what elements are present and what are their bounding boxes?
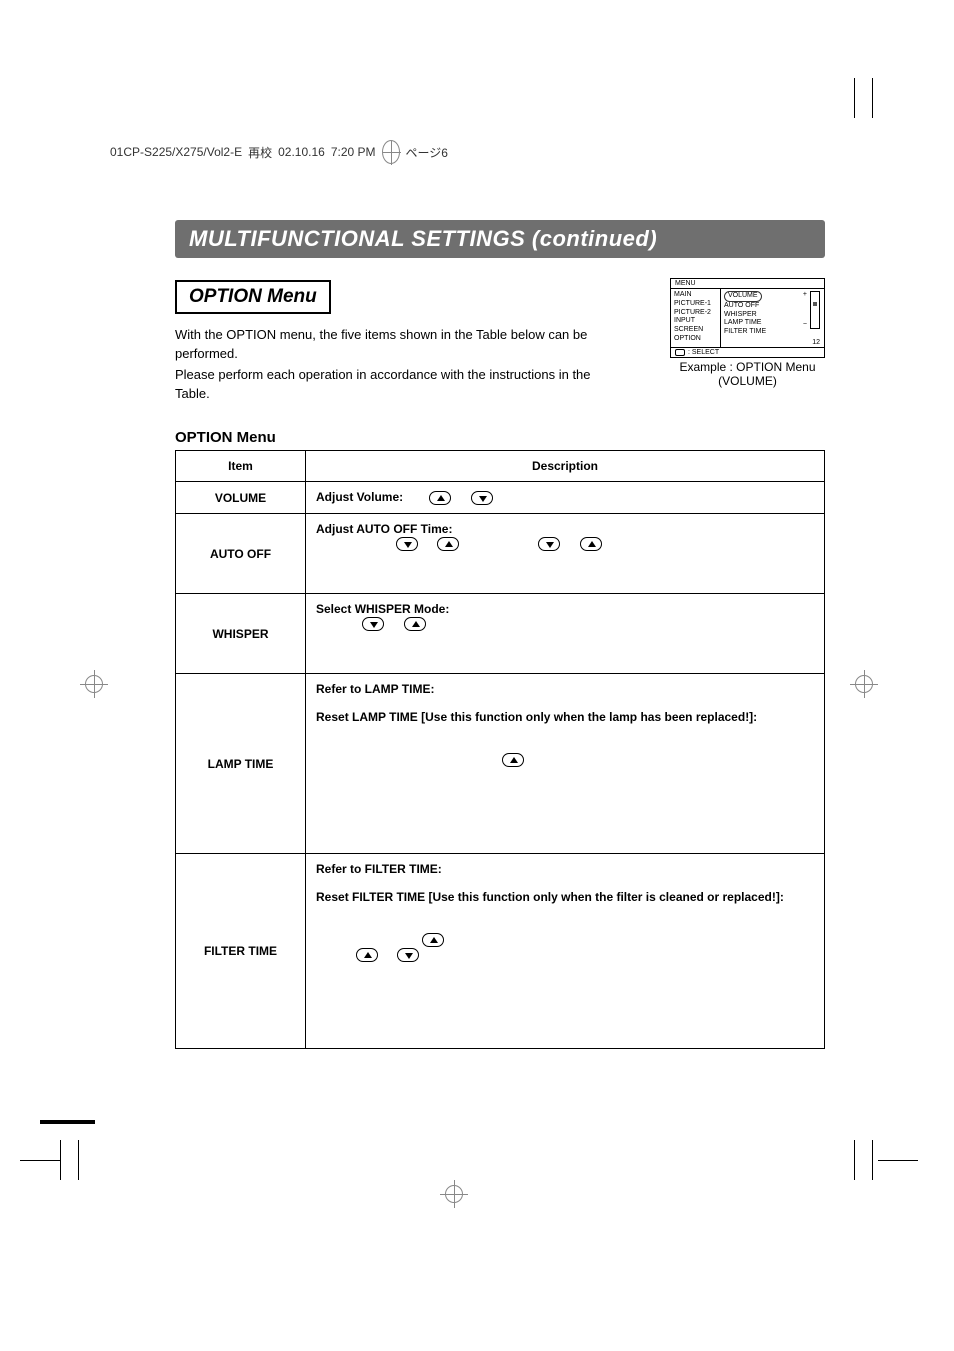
cell-desc: Adjust Volume: (306, 482, 825, 514)
desc-label: Refer to FILTER TIME: (316, 862, 442, 876)
osd-slider (810, 291, 820, 329)
osd-right-item: WHISPER (724, 311, 778, 320)
osd-right-item: FILTER TIME (724, 328, 778, 337)
desc-extra: Reset FILTER TIME [Use this function onl… (316, 890, 784, 904)
osd-selected-item: VOLUME (724, 291, 762, 302)
osd-left-item: PICTURE-2 (674, 309, 717, 318)
up-button-icon (502, 753, 524, 767)
cell-desc: Refer to LAMP TIME: Reset LAMP TIME [Use… (306, 674, 825, 854)
section-heading: OPTION Menu (175, 280, 331, 314)
table-row: LAMP TIME Refer to LAMP TIME: Reset LAMP… (176, 674, 825, 854)
down-button-icon (362, 617, 384, 631)
table-row: AUTO OFF Adjust AUTO OFF Time: (176, 514, 825, 594)
osd-caption-line2: (VOLUME) (670, 374, 825, 388)
up-button-icon (404, 617, 426, 631)
cell-desc: Select WHISPER Mode: (306, 594, 825, 674)
th-item: Item (176, 451, 306, 482)
osd-left-item: OPTION (674, 335, 717, 344)
cell-desc: Refer to FILTER TIME: Reset FILTER TIME … (306, 854, 825, 1049)
up-button-icon (356, 948, 378, 962)
down-button-icon (396, 537, 418, 551)
osd-caption-line1: Example : OPTION Menu (670, 360, 825, 374)
osd-left-item: SCREEN (674, 326, 717, 335)
cell-item: LAMP TIME (176, 674, 306, 854)
desc-label: Adjust AUTO OFF Time: (316, 522, 452, 536)
cell-item: AUTO OFF (176, 514, 306, 594)
desc-extra: Reset LAMP TIME [Use this function only … (316, 710, 757, 724)
th-desc: Description (306, 451, 825, 482)
osd-example: MENU MAIN PICTURE-1 PICTURE-2 INPUT SCRE… (670, 278, 825, 389)
header-date: 02.10.16 (278, 145, 325, 159)
desc-label: Select WHISPER Mode: (316, 602, 449, 616)
header-kanji: 再校 (248, 144, 272, 161)
desc-label: Adjust Volume: (316, 490, 403, 504)
table-row: WHISPER Select WHISPER Mode: (176, 594, 825, 674)
osd-footer-label: : SELECT (688, 349, 719, 356)
osd-value: 12 (812, 339, 820, 346)
osd-minus: − (803, 321, 807, 328)
desc-label: Refer to LAMP TIME: (316, 682, 434, 696)
intro-paragraph-1: With the OPTION menu, the five items sho… (175, 326, 605, 364)
osd-footer: : SELECT (670, 348, 825, 358)
intro-paragraph-2: Please perform each operation in accorda… (175, 366, 605, 404)
osd-left-column: MAIN PICTURE-1 PICTURE-2 INPUT SCREEN OP… (671, 289, 721, 347)
osd-left-item: INPUT (674, 317, 717, 326)
osd-title: MENU (671, 279, 824, 289)
cell-desc: Adjust AUTO OFF Time: (306, 514, 825, 594)
table-header-row: Item Description (176, 451, 825, 482)
osd-right-item: LAMP TIME (724, 319, 778, 328)
header-time: 7:20 PM (331, 145, 376, 159)
cell-item: FILTER TIME (176, 854, 306, 1049)
header-page: ページ6 (406, 144, 448, 161)
up-button-icon (437, 537, 459, 551)
down-button-icon (471, 491, 493, 505)
table-row: FILTER TIME Refer to FILTER TIME: Reset … (176, 854, 825, 1049)
option-table: Item Description VOLUME Adjust Volume: A… (175, 450, 825, 1049)
page-title: MULTIFUNCTIONAL SETTINGS (continued) (175, 220, 825, 258)
cell-item: WHISPER (176, 594, 306, 674)
osd-right-item: AUTO OFF (724, 302, 778, 311)
up-button-icon (429, 491, 451, 505)
down-button-icon (397, 948, 419, 962)
down-button-icon (538, 537, 560, 551)
table-row: VOLUME Adjust Volume: (176, 482, 825, 514)
cell-item: VOLUME (176, 482, 306, 514)
osd-plus: + (803, 291, 807, 298)
osd-right-column: VOLUME AUTO OFF WHISPER LAMP TIME FILTER… (721, 289, 781, 347)
table-heading: OPTION Menu (175, 429, 825, 446)
header-file: 01CP-S225/X275/Vol2-E (110, 145, 242, 159)
file-header-strip: 01CP-S225/X275/Vol2-E 再校 02.10.16 7:20 P… (110, 140, 448, 164)
osd-left-item: MAIN (674, 291, 717, 300)
up-button-icon (580, 537, 602, 551)
up-button-icon (422, 933, 444, 947)
osd-left-item: PICTURE-1 (674, 300, 717, 309)
registration-icon (382, 140, 400, 164)
select-icon (675, 349, 685, 356)
